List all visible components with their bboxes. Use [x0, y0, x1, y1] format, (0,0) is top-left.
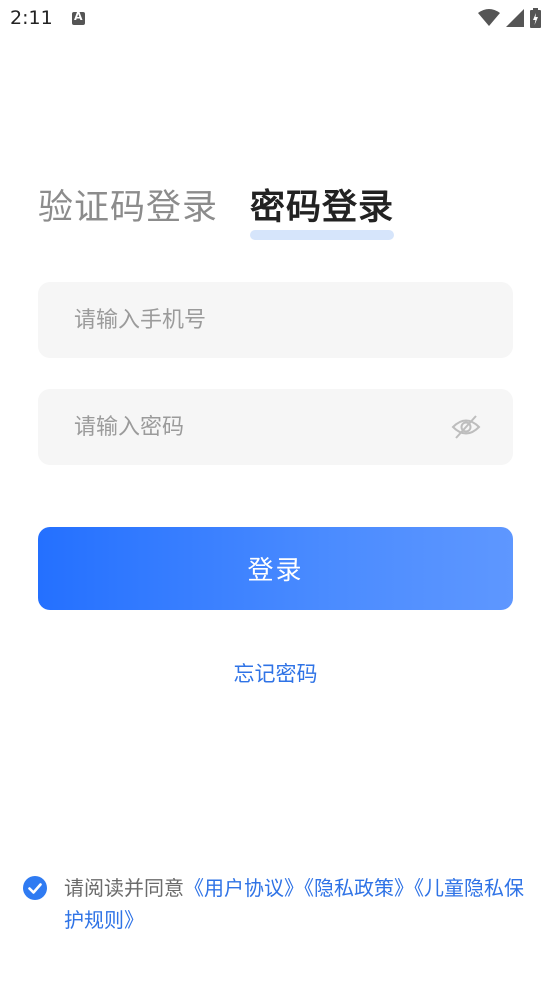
- active-tab-indicator: [250, 230, 395, 240]
- a-notification-icon: [72, 10, 85, 25]
- forgot-password-link[interactable]: 忘记密码: [0, 658, 551, 688]
- agreement-text: 请阅读并同意《用户协议》《隐私政策》《儿童隐私保护规则》: [64, 872, 529, 936]
- privacy-policy-link[interactable]: 《隐私政策》: [304, 876, 414, 900]
- password-input[interactable]: [38, 389, 513, 465]
- status-bar: 2:11: [0, 0, 551, 38]
- eye-off-icon[interactable]: [451, 414, 481, 440]
- tab-password-label: 密码登录: [250, 188, 395, 228]
- phone-input[interactable]: [38, 282, 513, 358]
- login-tabs: 验证码登录 密码登录: [38, 172, 395, 240]
- battery-charging-icon: [530, 8, 541, 28]
- phone-field-container: [38, 282, 513, 358]
- signal-icon: [506, 9, 524, 27]
- wifi-icon: [478, 9, 500, 26]
- check-icon: [28, 883, 42, 894]
- tab-sms-login[interactable]: 验证码登录: [38, 184, 218, 232]
- tab-password-login[interactable]: 密码登录: [250, 184, 395, 240]
- agreement-prefix: 请阅读并同意: [64, 876, 184, 900]
- user-agreement-link[interactable]: 《用户协议》: [184, 876, 304, 900]
- login-button[interactable]: 登录: [38, 527, 513, 610]
- status-icons: [478, 8, 541, 28]
- status-time: 2:11: [10, 7, 53, 29]
- agreement-checkbox[interactable]: [23, 876, 47, 900]
- password-field-container: [38, 389, 513, 465]
